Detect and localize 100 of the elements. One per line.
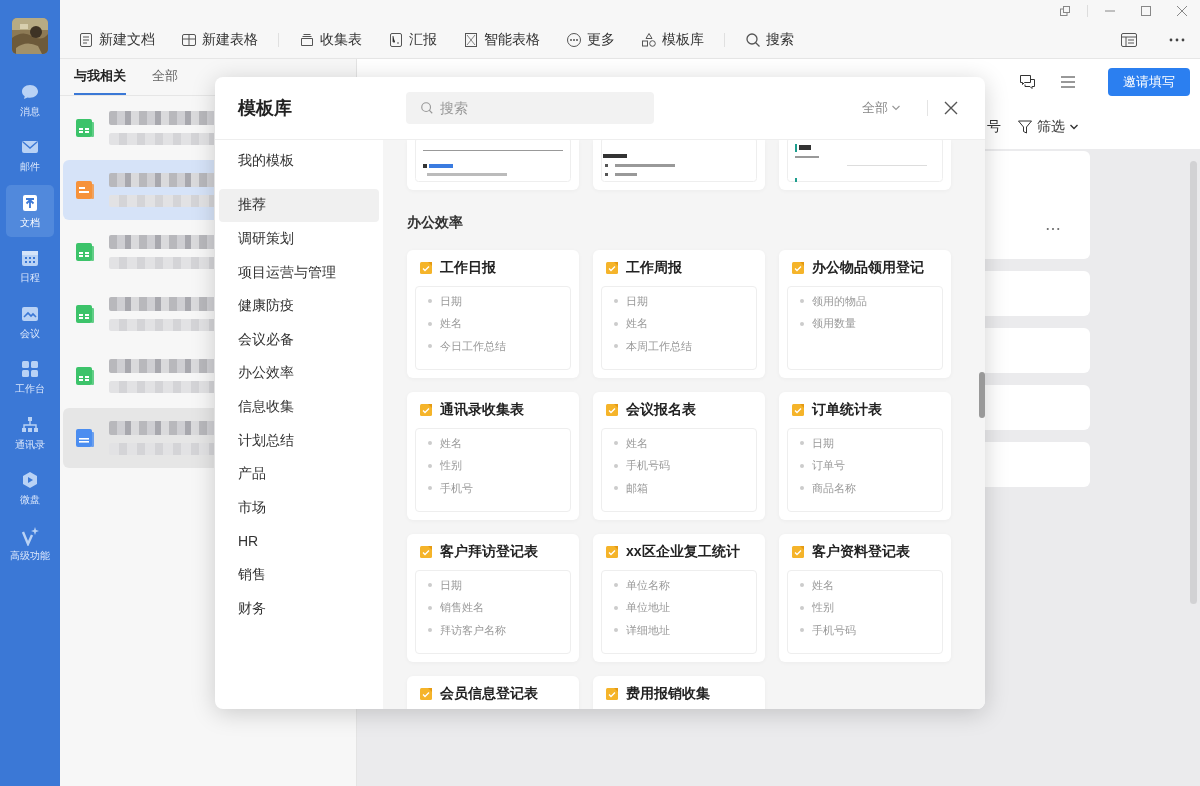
calendar-icon xyxy=(20,248,40,268)
field-label: 订单号 xyxy=(812,458,845,474)
maximize-icon[interactable] xyxy=(1140,5,1152,17)
template-card[interactable]: 客户资料登记表 姓名 性别 手机号码 xyxy=(779,534,951,662)
sidebar-item[interactable]: 邮件 xyxy=(6,129,54,182)
template-title: 客户资料登记表 xyxy=(812,543,910,561)
toolbar-button[interactable]: 更多 xyxy=(566,31,615,49)
sidebar-item[interactable]: 工作台 xyxy=(6,351,54,404)
field-label: 拜访客户名称 xyxy=(440,622,506,638)
toolbar-button[interactable]: 汇报 xyxy=(388,31,437,49)
form-icon xyxy=(791,545,805,559)
document-icon xyxy=(20,192,40,213)
category-item[interactable]: HR xyxy=(219,524,379,559)
file-row[interactable] xyxy=(63,160,214,220)
layout-icon[interactable] xyxy=(1120,31,1138,49)
report-icon xyxy=(388,32,404,48)
sidebar-item[interactable]: 通讯录 xyxy=(6,407,54,459)
file-row[interactable] xyxy=(63,408,214,468)
sidebar-item[interactable]: 高级功能 xyxy=(6,518,54,570)
sidebar-item[interactable]: 消息 xyxy=(6,74,54,126)
template-card[interactable]: 客户拜访登记表 日期 销售姓名 拜访客户名称 xyxy=(407,534,579,662)
sidebar-item[interactable]: 会议 xyxy=(6,296,54,348)
field-label: 本周工作总结 xyxy=(626,338,692,354)
field-label: 姓名 xyxy=(626,435,648,451)
category-item[interactable]: 市场 xyxy=(219,490,379,525)
template-card[interactable] xyxy=(407,140,579,190)
field-label: 单位地址 xyxy=(626,600,670,616)
document-icon xyxy=(78,32,94,48)
field-label: 日期 xyxy=(812,435,834,451)
close-icon[interactable] xyxy=(943,100,959,116)
form-icon xyxy=(605,403,619,417)
category-item[interactable]: 信息收集 xyxy=(219,390,379,424)
tab[interactable]: 全部 xyxy=(152,59,178,95)
search-field[interactable]: 搜索 xyxy=(406,92,654,124)
tray-icon xyxy=(299,32,315,48)
category-item[interactable]: 推荐 xyxy=(219,188,379,223)
category-item[interactable]: 销售 xyxy=(219,558,379,592)
toolbar-button[interactable]: 新建文档 xyxy=(78,31,155,49)
template-card[interactable]: 会员信息登记表 xyxy=(407,676,579,709)
invite-button[interactable]: 邀请填写 xyxy=(1108,68,1190,96)
scrollbar[interactable] xyxy=(979,372,985,418)
bullet-icon xyxy=(614,486,618,491)
sidebar-item[interactable]: 日程 xyxy=(6,240,54,293)
bullet-icon xyxy=(614,463,618,468)
scrollbar[interactable] xyxy=(1190,161,1197,604)
template-card[interactable]: 通讯录收集表 姓名 性别 手机号 xyxy=(407,392,579,520)
toolbar-button[interactable]: 搜索 xyxy=(745,31,794,49)
bullet-icon xyxy=(800,583,804,588)
field-label: 今日工作总结 xyxy=(440,338,506,354)
template-card[interactable]: 工作日报 日期 姓名 今日工作总结 xyxy=(407,250,579,378)
template-title: 订单统计表 xyxy=(812,401,882,419)
template-card[interactable]: 会议报名表 姓名 手机号码 邮箱 xyxy=(593,392,765,520)
comments-icon[interactable] xyxy=(1018,72,1038,92)
category-item[interactable]: 办公效率 xyxy=(219,356,379,391)
form-icon xyxy=(605,261,619,275)
scope-dropdown[interactable]: 全部 xyxy=(856,98,907,118)
category-item[interactable]: 项目运营与管理 xyxy=(219,255,379,290)
tab[interactable]: 与我相关 xyxy=(74,59,126,95)
template-card[interactable] xyxy=(593,140,765,190)
category-item[interactable]: 健康防疫 xyxy=(219,289,379,323)
bullet-icon xyxy=(428,628,432,633)
field-label: 性别 xyxy=(440,458,462,474)
bullet-icon xyxy=(614,628,618,633)
category-item[interactable]: 计划总结 xyxy=(219,423,379,458)
bullet-icon xyxy=(428,321,432,326)
template-card[interactable]: 费用报销收集 xyxy=(593,676,765,709)
bullet-icon xyxy=(428,299,432,304)
form-icon xyxy=(419,545,433,559)
filter-icon xyxy=(1017,119,1033,135)
template-card[interactable]: 办公物品领用登记 领用的物品 领用数量 xyxy=(779,250,951,378)
template-card[interactable]: xx区企业复工统计 单位名称 单位地址 详细地址 xyxy=(593,534,765,662)
chevron-down-icon xyxy=(1069,122,1079,132)
bullet-icon xyxy=(614,344,618,349)
toolbar-button[interactable]: 智能表格 xyxy=(463,31,540,49)
field-label: 单位名称 xyxy=(626,577,670,593)
org-chart-icon xyxy=(20,414,40,435)
field-label: 商品名称 xyxy=(812,480,856,496)
toolbar-button[interactable]: 模板库 xyxy=(641,31,704,49)
template-card[interactable]: 订单统计表 日期 订单号 商品名称 xyxy=(779,392,951,520)
toolbar-button[interactable]: 收集表 xyxy=(299,31,362,49)
sidebar-item[interactable]: 文档 xyxy=(6,185,54,237)
category-item[interactable]: 我的模板 xyxy=(219,144,379,178)
template-title: 工作周报 xyxy=(626,259,682,277)
category-item[interactable]: 调研策划 xyxy=(219,222,379,256)
section-title: 办公效率 xyxy=(407,213,464,232)
category-item[interactable]: 财务 xyxy=(219,591,379,626)
restore-icon[interactable] xyxy=(1059,5,1071,17)
filter-button[interactable]: 筛选 xyxy=(1017,118,1079,136)
close-icon[interactable] xyxy=(1176,5,1188,17)
more-icon[interactable] xyxy=(1046,227,1060,231)
bullet-icon xyxy=(800,605,804,610)
category-item[interactable]: 会议必备 xyxy=(219,322,379,357)
template-title: 会员信息登记表 xyxy=(440,685,538,703)
toolbar-button[interactable]: 新建表格 xyxy=(181,31,258,49)
category-item[interactable]: 产品 xyxy=(219,457,379,491)
field-label: 日期 xyxy=(626,293,648,309)
sidebar-item[interactable]: 微盘 xyxy=(6,462,54,515)
template-card[interactable]: 工作周报 日期 姓名 本周工作总结 xyxy=(593,250,765,378)
bullet-icon xyxy=(428,605,432,610)
bullet-icon xyxy=(614,321,618,326)
